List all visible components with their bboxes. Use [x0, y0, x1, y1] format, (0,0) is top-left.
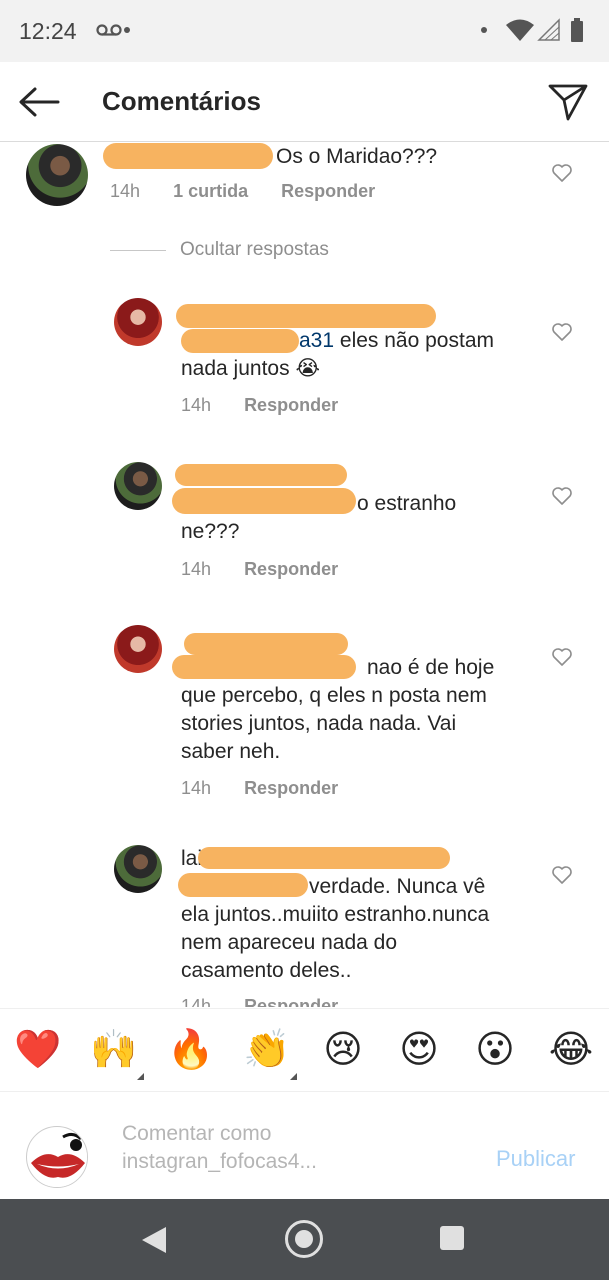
nav-back-icon[interactable] [140, 1225, 168, 1255]
paper-plane-icon [548, 84, 588, 121]
skin-tone-indicator-icon [137, 1073, 144, 1080]
status-bar: 12:24 [0, 0, 609, 62]
page-title: Comentários [102, 86, 261, 116]
publish-button[interactable]: Publicar [496, 1146, 575, 1172]
heart-icon[interactable] [551, 865, 573, 885]
heart-icon[interactable] [551, 163, 573, 183]
indicator-dot-icon [481, 27, 487, 33]
likes-count[interactable]: 1 curtida [173, 181, 248, 201]
comment-input[interactable]: Comentar como instagran_fofocas4... [122, 1120, 372, 1176]
crying-face-emoji-button[interactable]: 😢 [318, 1027, 368, 1073]
reply-meta: 14h Responder [181, 395, 366, 416]
redacted-username [198, 847, 450, 869]
avatar[interactable] [114, 845, 162, 893]
reply-button[interactable]: Responder [244, 778, 338, 798]
share-button[interactable] [544, 78, 592, 126]
arrow-left-icon [19, 87, 60, 117]
fire-emoji-button[interactable]: 🔥 [166, 1027, 216, 1073]
redacted-username [175, 464, 347, 486]
heart-icon[interactable] [551, 322, 573, 342]
redacted-mention [181, 329, 299, 354]
reply-text: verdade. Nunca vê ela juntos..muiito est… [181, 875, 490, 982]
emoji-reaction-bar: ❤️ 🙌 🔥 👏 😢 😍 😮 😂 [0, 1008, 609, 1092]
comment-time: 14h [110, 181, 141, 201]
reply-time: 14h [181, 559, 212, 579]
header: Comentários [0, 62, 609, 142]
redacted-username [103, 143, 273, 169]
hide-replies-button[interactable]: Ocultar respostas [110, 239, 329, 261]
reply-button[interactable]: Responder [281, 181, 375, 201]
avatar[interactable] [114, 462, 162, 510]
reply-meta: 14h Responder [181, 778, 366, 799]
heart-emoji-button[interactable]: ❤️ [13, 1027, 63, 1073]
heart-eyes-emoji-button[interactable]: 😍 [394, 1027, 444, 1073]
divider [110, 249, 166, 251]
reply-text: o estranho ne??? [181, 492, 457, 543]
signal-icon [537, 18, 560, 41]
mention-link[interactable]: a31 [299, 329, 334, 352]
avatar[interactable] [114, 625, 162, 673]
heart-icon[interactable] [551, 647, 573, 667]
comments-list: Os o Maridao??? 14h 1 curtida Responder … [0, 143, 609, 1007]
voicemail-icon [96, 24, 122, 36]
notification-dot-icon [124, 27, 130, 33]
reply-text: a31 eles não postam nada juntos 😭 [181, 329, 494, 380]
raising-hands-emoji-button[interactable]: 🙌 [89, 1027, 139, 1073]
reply-time: 14h [181, 996, 212, 1007]
heart-icon[interactable] [551, 486, 573, 506]
laughing-emoji-button[interactable]: 😂 [546, 1027, 596, 1073]
reply-text: nao é de hoje que percebo, q eles n post… [181, 656, 495, 763]
nav-recents-icon[interactable] [440, 1226, 464, 1250]
lips-logo-icon [28, 1128, 87, 1187]
redacted-username [184, 633, 348, 655]
comment-composer: Comentar como instagran_fofocas4... Publ… [0, 1093, 609, 1199]
comment-meta: 14h 1 curtida Responder [110, 181, 403, 202]
hide-replies-label: Ocultar respostas [180, 239, 329, 260]
status-time: 12:24 [19, 18, 77, 44]
avatar[interactable] [26, 144, 88, 206]
avatar[interactable] [114, 298, 162, 346]
reply-button[interactable]: Responder [244, 395, 338, 415]
clapping-emoji-button[interactable]: 👏 [242, 1027, 292, 1073]
system-nav-bar [0, 1199, 609, 1280]
skin-tone-indicator-icon [290, 1073, 297, 1080]
crying-emoji: 😭 [295, 357, 320, 380]
redacted-username [176, 304, 436, 328]
battery-icon [571, 18, 583, 42]
reply-meta: 14h Responder [181, 996, 366, 1007]
reply-meta: 14h Responder [181, 559, 366, 580]
avatar [26, 1126, 88, 1188]
reply-button[interactable]: Responder [244, 559, 338, 579]
comment-text: Os o Maridao??? [276, 145, 438, 168]
surprised-face-emoji-button[interactable]: 😮 [470, 1027, 520, 1073]
nav-home-icon[interactable] [285, 1220, 323, 1258]
reply-time: 14h [181, 778, 212, 798]
wifi-icon [506, 19, 534, 41]
reply-button[interactable]: Responder [244, 996, 338, 1007]
back-button[interactable] [14, 80, 64, 124]
nav-home-dot [295, 1230, 313, 1248]
reply-time: 14h [181, 395, 212, 415]
